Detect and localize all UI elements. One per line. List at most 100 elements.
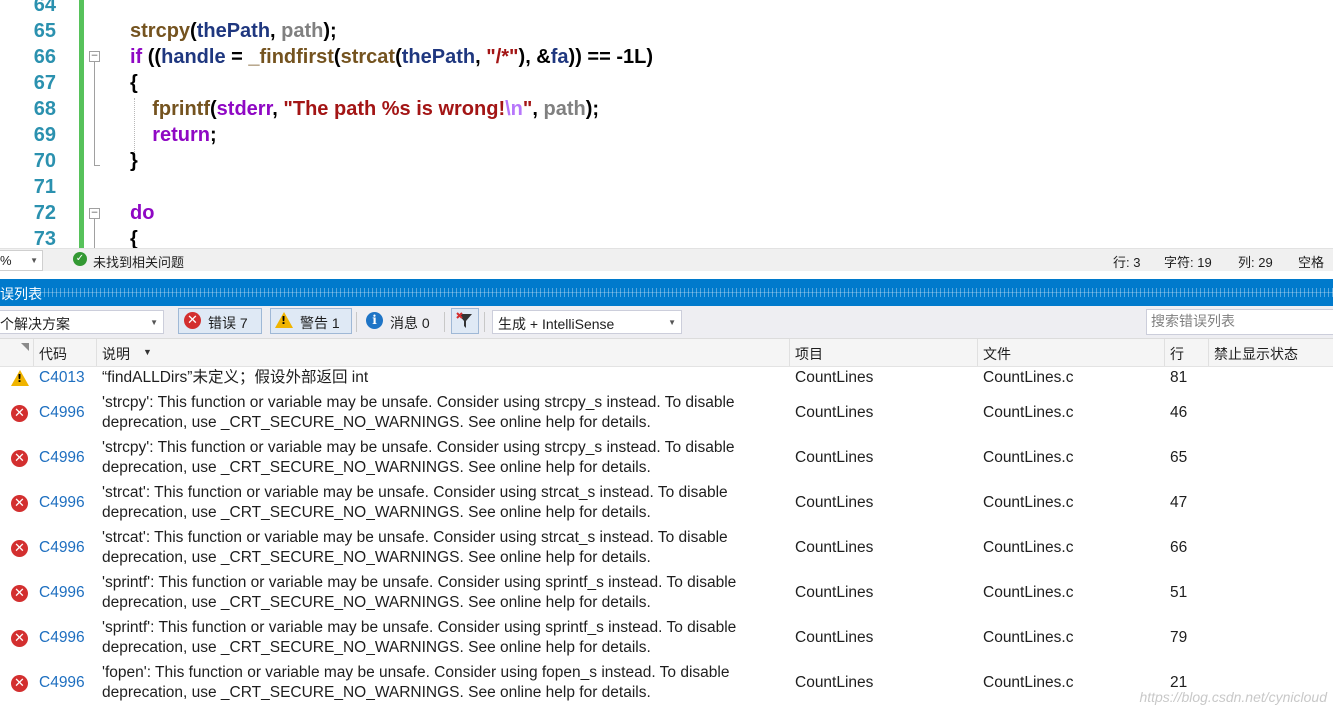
code-token: stderr — [216, 98, 273, 120]
error-file: CountLines.c — [983, 404, 1074, 421]
error-icon: ✕ — [11, 675, 28, 692]
error-line-number: 51 — [1170, 584, 1188, 601]
table-row[interactable]: ✕ C4996 'strcpy': This function or variabl… — [0, 436, 1333, 481]
errors-filter-button[interactable]: ✕ 错误 7 — [178, 308, 262, 334]
filter-toggle-button[interactable] — [451, 308, 479, 334]
error-icon: ✕ — [11, 585, 28, 602]
column-separator[interactable] — [789, 339, 790, 366]
messages-filter-button[interactable]: i 消息 0 — [362, 308, 444, 334]
error-code-link[interactable]: C4996 — [39, 404, 85, 422]
error-code-link[interactable]: C4996 — [39, 629, 85, 647]
error-description-line: deprecation, use _CRT_SECURE_NO_WARNINGS… — [102, 414, 651, 431]
error-line-number: 81 — [1170, 369, 1188, 386]
code-editor[interactable]: 64 65 66 67 68 69 70 71 72 73 − − strcpy(thePath,… — [0, 0, 1333, 248]
code-token: strcpy — [130, 20, 191, 42]
error-code-link[interactable]: C4996 — [39, 584, 85, 602]
error-project: CountLines — [795, 584, 874, 601]
code-line[interactable]: return; — [130, 122, 216, 148]
check-circle-icon: ✓ — [73, 252, 87, 266]
whitespace-mode[interactable]: 空格 — [1298, 252, 1324, 271]
code-token: , — [272, 98, 284, 120]
line-number: 69 — [33, 124, 56, 146]
sort-descending-icon: ▼ — [143, 347, 152, 357]
issues-status-text[interactable]: 未找到相关问题 — [93, 252, 184, 271]
table-row[interactable]: ✕ C4996 'sprintf': This function or variab… — [0, 571, 1333, 616]
column-separator[interactable] — [977, 339, 978, 366]
column-header-line[interactable]: 行 — [1170, 344, 1184, 364]
code-line[interactable]: if ((handle = _findfirst(strcat(thePath,… — [130, 44, 653, 70]
zoom-level-select[interactable]: % ▼ — [0, 250, 43, 271]
error-list-toolbar: 个解决方案 ▼ ✕ 错误 7 ! 警告 1 i 消息 0 生成 + Intell… — [0, 306, 1333, 339]
table-row[interactable]: ✕ C4996 'fopen': This function or variable… — [0, 661, 1333, 706]
column-header-project[interactable]: 项目 — [795, 344, 823, 364]
error-code-link[interactable]: C4996 — [39, 539, 85, 557]
column-options-icon[interactable] — [21, 343, 29, 351]
error-file: CountLines.c — [983, 584, 1074, 601]
code-line[interactable]: } — [130, 148, 138, 174]
search-error-list-input[interactable] — [1151, 312, 1331, 330]
code-token: path — [543, 98, 586, 120]
column-separator[interactable] — [1208, 339, 1209, 366]
error-line-number: 66 — [1170, 539, 1188, 556]
code-token: { — [130, 72, 138, 94]
search-error-list[interactable] — [1146, 309, 1333, 335]
code-token: ); — [323, 20, 337, 42]
table-row[interactable]: ✕ C4996 'strcat': This function or variabl… — [0, 481, 1333, 526]
error-description-line: 'strcpy': This function or variable may … — [102, 394, 735, 411]
toolbar-separator — [444, 312, 445, 332]
code-line[interactable]: do — [130, 200, 154, 226]
error-icon: ✕ — [11, 405, 28, 422]
error-project: CountLines — [795, 449, 874, 466]
error-project: CountLines — [795, 539, 874, 556]
code-line[interactable]: { — [130, 70, 138, 96]
chevron-down-icon: ▼ — [30, 256, 38, 265]
column-header-code[interactable]: 代码 — [39, 344, 67, 364]
code-token: ( — [333, 46, 341, 68]
column-separator[interactable] — [33, 339, 34, 366]
error-description-line: deprecation, use _CRT_SECURE_NO_WARNINGS… — [102, 684, 651, 701]
filter-funnel-icon — [456, 312, 472, 328]
error-icon: ✕ — [184, 312, 201, 329]
code-token: handle — [161, 46, 226, 68]
error-description-line: 'sprintf': This function or variable may… — [102, 619, 737, 636]
fold-line — [94, 218, 95, 248]
error-icon: ✕ — [11, 630, 28, 647]
error-code-link[interactable]: C4996 — [39, 674, 85, 692]
code-token: path — [281, 20, 324, 42]
code-line[interactable]: strcpy(thePath, path); — [130, 18, 337, 44]
table-row[interactable]: ! C4013 “findALLDirs”未定义；假设外部返回 int CountLi… — [0, 366, 1333, 391]
scope-select[interactable]: 个解决方案 ▼ — [0, 310, 164, 334]
code-token: ); — [585, 98, 600, 120]
error-description: 'strcat': This function or variable may … — [102, 483, 782, 523]
code-token: ( — [210, 98, 217, 120]
column-separator[interactable] — [96, 339, 97, 366]
error-file: CountLines.c — [983, 449, 1074, 466]
error-list-title-bar[interactable]: 误列表 — [0, 279, 1333, 306]
fold-end-tick — [94, 165, 100, 166]
column-separator[interactable] — [1164, 339, 1165, 366]
table-row[interactable]: ✕ C4996 'strcat': This function or variabl… — [0, 526, 1333, 571]
change-tracking-bar — [79, 0, 84, 248]
build-source-select[interactable]: 生成 + IntelliSense ▼ — [492, 310, 682, 334]
code-token: "/*" — [486, 46, 519, 68]
error-code-link[interactable]: C4013 — [39, 369, 85, 387]
code-line[interactable]: fprintf(stderr, "The path %s is wrong!\n… — [130, 96, 599, 122]
line-number: 64 — [33, 0, 56, 16]
error-description: 'strcpy': This function or variable may … — [102, 438, 782, 478]
table-row[interactable]: ✕ C4996 'sprintf': This function or variab… — [0, 616, 1333, 661]
code-token: ( — [190, 20, 197, 42]
warnings-filter-button[interactable]: ! 警告 1 — [270, 308, 352, 334]
error-code-link[interactable]: C4996 — [39, 449, 85, 467]
messages-filter-label: 消息 0 — [390, 315, 430, 331]
column-header-description[interactable]: 说明 — [102, 344, 130, 364]
table-row[interactable]: ✕ C4996 'strcpy': This function or variabl… — [0, 391, 1333, 436]
column-header-suppression[interactable]: 禁止显示状态 — [1214, 344, 1298, 364]
code-line[interactable]: { — [130, 226, 138, 248]
error-code-link[interactable]: C4996 — [39, 494, 85, 512]
cursor-col: 列: 29 — [1238, 255, 1273, 270]
code-token: )) == -1L) — [568, 46, 653, 68]
column-header-file[interactable]: 文件 — [983, 344, 1011, 364]
toolbar-separator — [356, 312, 357, 332]
